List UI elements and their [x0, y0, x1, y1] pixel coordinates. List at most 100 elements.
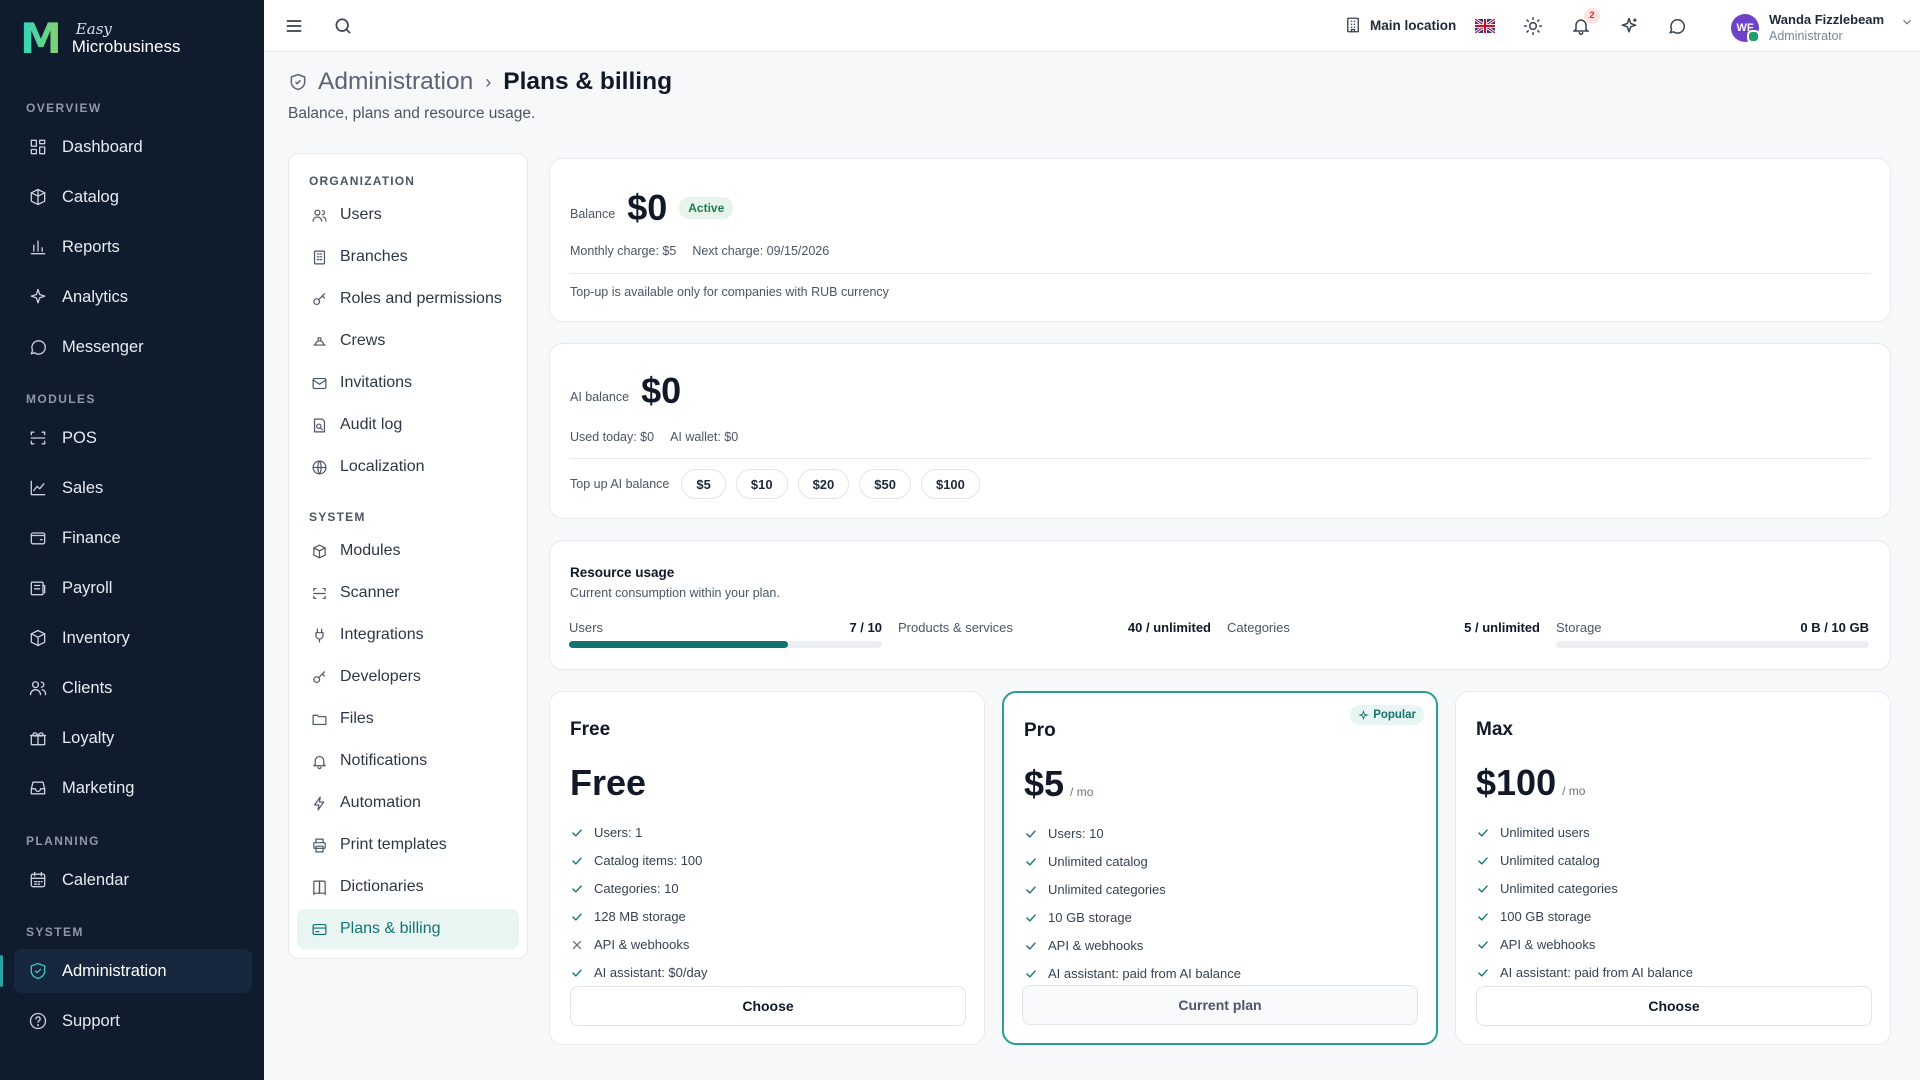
subnav-item-automation[interactable]: Automation [297, 783, 519, 823]
plan-feature: AI assistant: $0/day [570, 965, 707, 980]
subnav-item-plans-and-billing[interactable]: Plans & billing [297, 909, 519, 949]
topup-5-button[interactable]: $5 [681, 469, 726, 499]
sidebar-item-messenger[interactable]: Messenger [14, 325, 252, 369]
subnav-item-localization[interactable]: Localization [297, 447, 519, 487]
resource-value: 0 B / 10 GB [1800, 620, 1869, 635]
topup-50-button[interactable]: $50 [859, 469, 911, 499]
sidebar-item-finance[interactable]: Finance [14, 516, 252, 560]
subnav-item-roles-and-permissions[interactable]: Roles and permissions [297, 279, 519, 319]
plan-feature-text: Unlimited catalog [1500, 853, 1600, 868]
dashboard-icon [30, 139, 46, 155]
sidebar-item-calendar[interactable]: Calendar [14, 858, 252, 902]
subnav-item-label: Print templates [340, 836, 447, 853]
logo-mark: M [20, 14, 62, 63]
subnav-item-files[interactable]: Files [297, 699, 519, 739]
subnav-item-dictionaries[interactable]: Dictionaries [297, 867, 519, 907]
sidebar-item-payroll[interactable]: Payroll [14, 566, 252, 610]
subnav-item-notifications[interactable]: Notifications [297, 741, 519, 781]
ai-balance-label: AI balance [570, 390, 630, 404]
plan-card-max: Max $100 / mo Unlimited users Unlimited cata… [1455, 691, 1891, 1045]
sidebar-item-sales[interactable]: Sales [14, 466, 252, 510]
plan-price-unit: / mo [1070, 785, 1094, 799]
choose-plan-free-button[interactable]: Choose [570, 986, 966, 1026]
sidebar-item-catalog[interactable]: Catalog [14, 175, 252, 219]
check-icon [572, 856, 582, 865]
breadcrumb: Administration › Plans & billing [288, 68, 672, 96]
admin-subnav: ORGANIZATION Users Branches Roles and permi… [288, 153, 528, 959]
user-menu[interactable]: WF Wanda Fizzlebeam Administrator [1731, 12, 1914, 44]
sidebar-item-loyalty[interactable]: Loyalty [14, 716, 252, 760]
plan-feature: Unlimited catalog [1024, 854, 1148, 869]
check-icon [572, 912, 582, 921]
sidebar-item-dashboard[interactable]: Dashboard [14, 125, 252, 169]
ai-sparkle-icon[interactable] [1618, 15, 1640, 37]
sidebar-item-marketing[interactable]: Marketing [14, 766, 252, 810]
sidebar-item-label: Payroll [62, 578, 113, 597]
menu-icon[interactable] [283, 15, 305, 37]
choose-plan-max-button[interactable]: Choose [1476, 986, 1872, 1026]
plan-feature-text: 128 MB storage [594, 909, 686, 924]
theme-sun-icon[interactable] [1522, 15, 1544, 37]
sidebar-item-administration[interactable]: Administration [0, 949, 252, 993]
plan-feature-text: AI assistant: paid from AI balance [1500, 965, 1693, 980]
sidebar-item-label: Inventory [62, 628, 130, 647]
resource-storage: Storage 0 B / 10 GB [1556, 620, 1869, 635]
shield-icon [30, 962, 46, 980]
subnav-item-developers[interactable]: Developers [297, 657, 519, 697]
sidebar-item-clients[interactable]: Clients [14, 666, 252, 710]
plan-price-value: Free [570, 762, 647, 803]
sidebar: M Easy Microbusiness OVERVIEW Dashboard Ca… [0, 0, 264, 1080]
wallet-icon [30, 532, 46, 545]
resource-value: 5 / unlimited [1464, 620, 1540, 635]
sidebar-item-label: Catalog [62, 187, 119, 206]
sidebar-item-analytics[interactable]: Analytics [14, 275, 252, 319]
bolt-icon [313, 796, 325, 810]
chat-icon[interactable] [1666, 15, 1688, 37]
subnav-item-audit-log[interactable]: Audit log [297, 405, 519, 445]
topup-10-button[interactable]: $10 [735, 469, 788, 499]
uk-flag-icon[interactable] [1474, 15, 1496, 37]
subnav-item-scanner[interactable]: Scanner [297, 573, 519, 613]
topup-100-button[interactable]: $100 [920, 469, 980, 499]
book-icon [313, 880, 326, 895]
status-badge: Active [679, 197, 734, 219]
subnav-item-print-templates[interactable]: Print templates [297, 825, 519, 865]
subnav-item-label: Branches [340, 248, 408, 265]
chevron-down-icon [1903, 19, 1912, 25]
subnav-item-label: Dictionaries [340, 878, 424, 895]
plan-feature: Unlimited catalog [1476, 853, 1600, 868]
popular-badge: Popular [1350, 705, 1424, 725]
subnav-item-crews[interactable]: Crews [297, 321, 519, 361]
monthly-charge: Monthly charge: $5 [570, 244, 677, 258]
subnav-item-modules[interactable]: Modules [297, 531, 519, 571]
plan-feature-text: 10 GB storage [1048, 910, 1132, 925]
sidebar-section-label: OVERVIEW [26, 101, 102, 115]
subnav-item-users[interactable]: Users [297, 195, 519, 235]
subnav-item-branches[interactable]: Branches [297, 237, 519, 277]
plan-feature: API & webhooks [1024, 938, 1143, 953]
sidebar-item-support[interactable]: Support [14, 999, 252, 1043]
sidebar-item-pos[interactable]: POS [14, 416, 252, 460]
subnav-item-invitations[interactable]: Invitations [297, 363, 519, 403]
subnav-item-integrations[interactable]: Integrations [297, 615, 519, 655]
topup-20-button[interactable]: $20 [797, 469, 850, 499]
key-icon [313, 292, 326, 305]
plan-price-value: $100 [1476, 762, 1557, 803]
plan-feature: Categories: 10 [570, 881, 679, 896]
brand-logo[interactable]: M Easy Microbusiness [20, 18, 180, 60]
subnav-item-label: Scanner [340, 584, 400, 601]
location-selector[interactable]: Main location [1344, 16, 1456, 34]
current-plan-button[interactable]: Current plan [1022, 985, 1418, 1025]
sidebar-item-reports[interactable]: Reports [14, 225, 252, 269]
search-icon[interactable] [332, 15, 354, 37]
sidebar-section-label: MODULES [26, 392, 96, 406]
plan-feature: Users: 10 [1024, 826, 1104, 841]
crew-icon [313, 336, 326, 346]
breadcrumb-parent[interactable]: Administration [318, 68, 473, 96]
sidebar-item-label: Sales [62, 478, 104, 497]
sidebar-item-inventory[interactable]: Inventory [14, 616, 252, 660]
sidebar-item-label: Dashboard [62, 137, 143, 156]
sidebar-item-label: Analytics [62, 287, 129, 306]
plan-name: Pro [1024, 720, 1056, 741]
resource-value: 7 / 10 [849, 620, 882, 635]
